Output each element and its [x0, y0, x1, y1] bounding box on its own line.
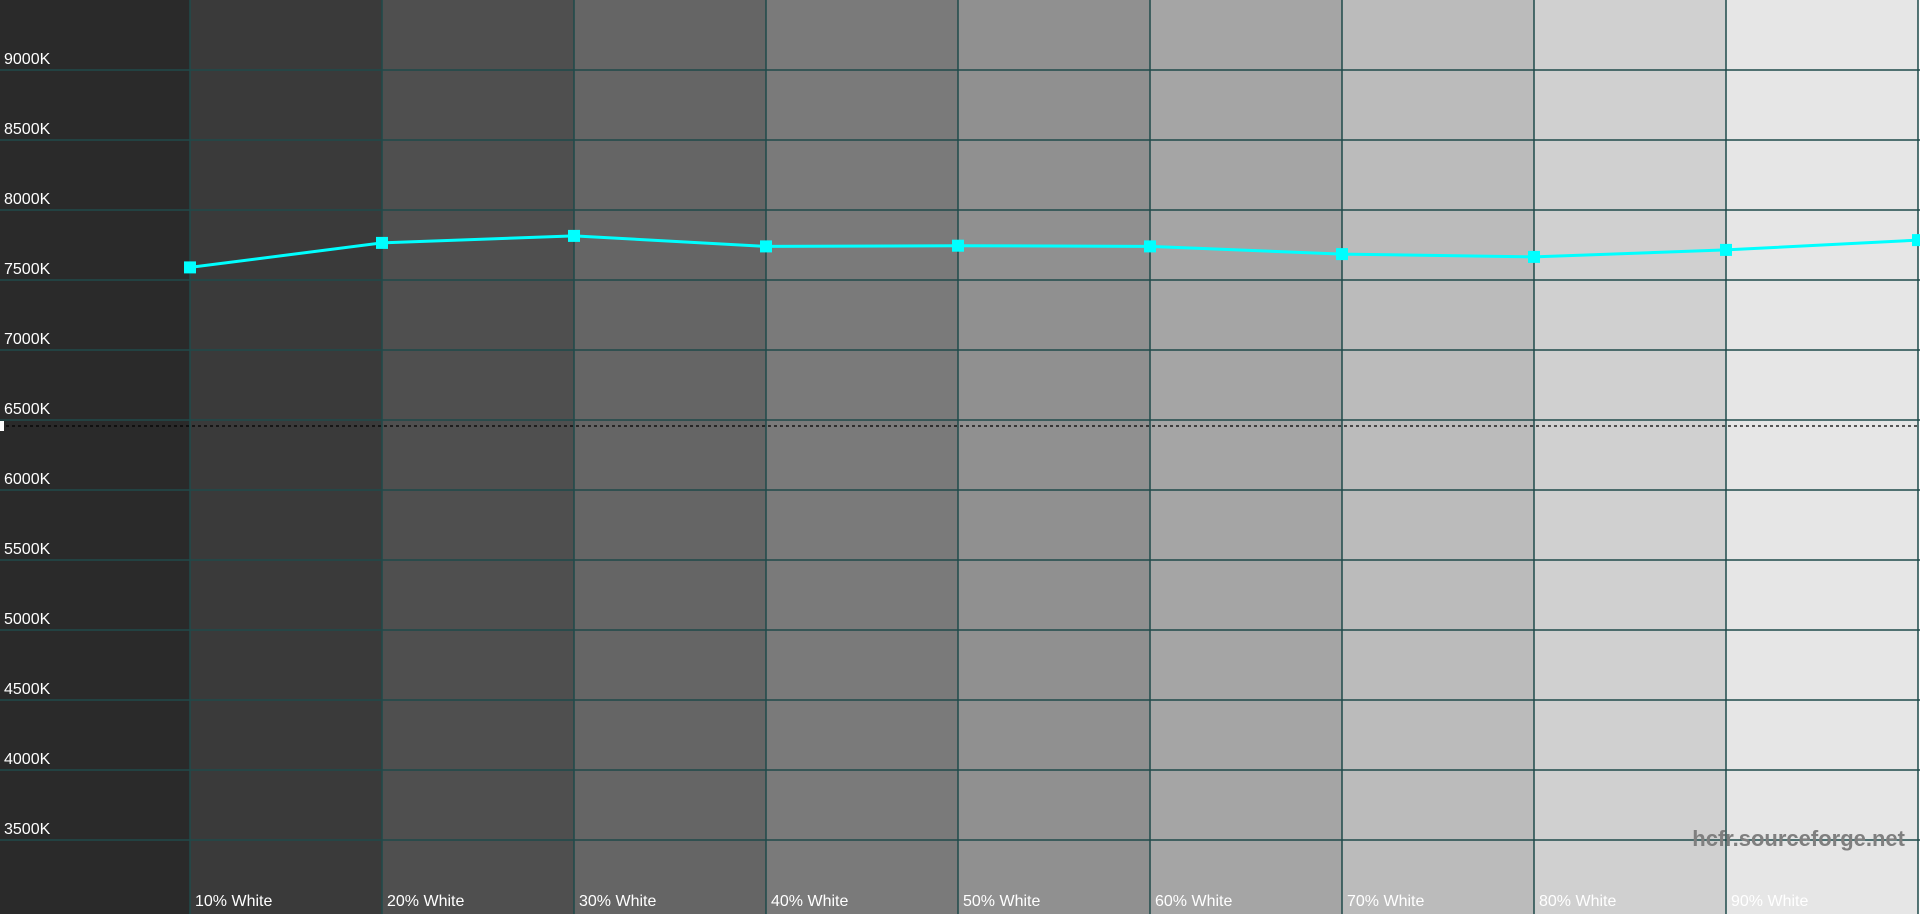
band-9	[1726, 0, 1918, 914]
band-5	[958, 0, 1150, 914]
x-category-label: 30% White	[579, 893, 656, 910]
watermark: hcfr.sourceforge.net	[1692, 826, 1905, 851]
y-tick-label: 8500K	[4, 121, 51, 138]
data-point-6	[1144, 240, 1156, 253]
y-tick-label: 6500K	[4, 401, 51, 418]
band-4	[766, 0, 958, 914]
data-point-8	[1528, 250, 1540, 263]
data-point-1	[184, 261, 196, 274]
reference-marker	[0, 421, 4, 431]
y-tick-label: 8000K	[4, 191, 51, 208]
data-point-3	[568, 229, 580, 242]
y-tick-label: 3500K	[4, 821, 51, 838]
x-category-label: 20% White	[387, 893, 464, 910]
gray-bands	[0, 0, 1920, 914]
data-point-10	[1912, 234, 1920, 247]
chart: 9000K 8500K 8000K 7500K 7000K 6500K 6000K 5500K…	[0, 0, 1920, 914]
y-tick-label: 4000K	[4, 751, 51, 768]
band-2	[382, 0, 574, 914]
data-point-2	[376, 236, 388, 249]
band-7	[1342, 0, 1534, 914]
y-tick-label: 5000K	[4, 611, 51, 628]
data-point-9	[1720, 243, 1732, 256]
x-category-label: 60% White	[1155, 893, 1232, 910]
x-category-label: 90% White	[1731, 893, 1808, 910]
data-point-5	[952, 239, 964, 252]
band-8	[1534, 0, 1726, 914]
band-6	[1150, 0, 1342, 914]
y-tick-label: 4500K	[4, 681, 51, 698]
x-category-label: 10% White	[195, 893, 272, 910]
y-tick-label: 7000K	[4, 331, 51, 348]
data-point-4	[760, 240, 772, 253]
y-tick-label: 7500K	[4, 261, 51, 278]
x-category-label: 40% White	[771, 893, 848, 910]
x-category-label: 80% White	[1539, 893, 1616, 910]
y-tick-label: 5500K	[4, 541, 51, 558]
band-1	[190, 0, 382, 914]
band-3	[574, 0, 766, 914]
x-category-label: 70% White	[1347, 893, 1424, 910]
y-tick-label: 9000K	[4, 51, 51, 68]
x-category-label: 50% White	[963, 893, 1040, 910]
y-tick-label: 6000K	[4, 471, 51, 488]
data-point-7	[1336, 248, 1348, 261]
